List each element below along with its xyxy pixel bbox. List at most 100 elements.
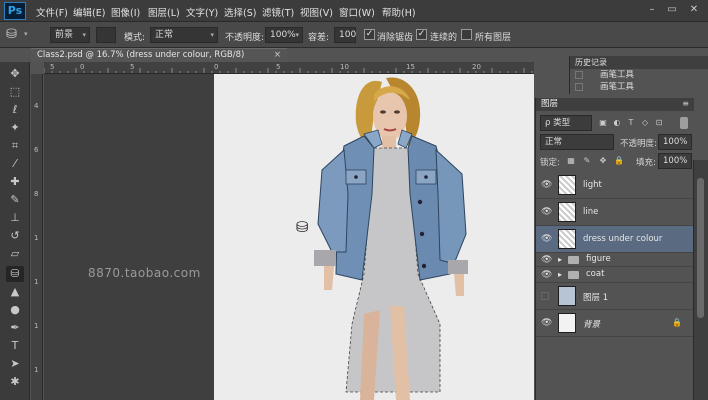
layer-thumbnail (558, 175, 576, 195)
smart-object-filter-icon[interactable]: ⊡ (654, 118, 664, 128)
paint-bucket-cursor-icon: ⛁ (296, 218, 309, 236)
brush-tool-icon[interactable]: ✎ (6, 192, 24, 208)
eyedropper-tool-icon[interactable]: ⁄ (6, 156, 24, 172)
antialias-checkbox[interactable]: ✓ (364, 29, 375, 40)
lock-pixels-icon[interactable]: ✎ (582, 156, 592, 166)
opacity-field[interactable]: 100% ▾ (265, 27, 303, 43)
layer-row-selected[interactable]: 👁 dress under colour (536, 226, 694, 253)
history-item[interactable]: 画笔工具 (570, 81, 708, 93)
healing-brush-tool-icon[interactable]: ✚ (6, 174, 24, 190)
document-title: Class2.psd @ 16.7% (dress under colour, … (37, 50, 245, 60)
lock-all-icon[interactable]: 🔒 (614, 156, 624, 166)
expand-arrow-icon[interactable]: ▸ (558, 270, 562, 279)
expand-arrow-icon[interactable]: ▸ (558, 255, 562, 264)
menu-edit[interactable]: 编辑(E) (73, 5, 105, 19)
layer-row[interactable]: 👁 背景 🔒 (536, 310, 694, 337)
visibility-toggle-off[interactable] (541, 292, 549, 300)
adjustment-filter-icon[interactable]: ◐ (612, 118, 622, 128)
pen-tool-icon[interactable]: ✒ (6, 320, 24, 336)
ruler-tick-label: 6 (34, 146, 39, 154)
mode-dropdown[interactable]: 正常 ▾ (150, 27, 218, 43)
eye-icon[interactable]: 👁 (541, 207, 552, 217)
marquee-tool-icon[interactable]: ⬚ (6, 84, 24, 100)
menu-filter[interactable]: 滤镜(T) (262, 5, 294, 19)
menu-image[interactable]: 图像(I) (111, 5, 140, 19)
lock-transparency-icon[interactable]: ▦ (566, 156, 576, 166)
close-icon[interactable]: × (274, 49, 281, 61)
crop-tool-icon[interactable]: ⌗ (6, 138, 24, 154)
history-panel-title[interactable]: 历史记录 (570, 56, 708, 69)
horizontal-ruler: 5 0 5 0 5 10 15 20 (44, 62, 534, 74)
clone-stamp-tool-icon[interactable]: ⊥ (6, 210, 24, 226)
ruler-tick-label: 1 (34, 278, 39, 286)
eye-icon[interactable]: 👁 (541, 255, 552, 265)
document-tab[interactable]: Class2.psd @ 16.7% (dress under colour, … (31, 48, 287, 62)
layer-group-row[interactable]: 👁 ▸ figure (536, 253, 694, 267)
layer-opacity-field[interactable]: 100% (658, 134, 692, 150)
menu-file[interactable]: 文件(F) (36, 5, 68, 19)
layer-group-row[interactable]: 👁 ▸ coat (536, 267, 694, 283)
sharpen-tool-icon[interactable]: ▲ (6, 284, 24, 300)
eye-icon[interactable]: 👁 (541, 234, 552, 244)
lock-label: 锁定: (540, 158, 560, 168)
all-layers-label: 所有图层 (475, 33, 512, 43)
watermark-text: 8870.taobao.com (88, 266, 201, 280)
history-brush-tool-icon[interactable]: ↺ (6, 228, 24, 244)
chevron-down-icon: ▾ (210, 31, 214, 39)
chevron-down-icon[interactable]: ▾ (24, 30, 28, 38)
move-tool-icon[interactable]: ✥ (6, 66, 24, 82)
panel-menu-icon[interactable]: ≡ (682, 99, 689, 108)
history-snapshot-box[interactable] (575, 71, 583, 79)
scrollbar-thumb[interactable] (697, 178, 704, 318)
layer-filter-dropdown[interactable]: ρ 类型 (540, 115, 592, 131)
path-selection-tool-icon[interactable]: ➤ (6, 356, 24, 372)
close-button[interactable]: ✕ (688, 4, 700, 16)
type-tool-icon[interactable]: T (6, 338, 24, 354)
filter-toggle[interactable] (680, 117, 688, 129)
menu-layer[interactable]: 图层(L) (148, 5, 180, 19)
layer-name: dress under colour (583, 234, 663, 244)
shape-filter-icon[interactable]: ◇ (640, 118, 650, 128)
menu-bar: Ps 文件(F) 编辑(E) 图像(I) 图层(L) 文字(Y) 选择(S) 滤… (0, 0, 708, 22)
tolerance-input[interactable]: 100 (334, 27, 356, 43)
history-panel: 历史记录 画笔工具 画笔工具 (569, 56, 708, 94)
contiguous-checkbox[interactable]: ✓ (416, 29, 427, 40)
minimize-button[interactable]: – (646, 4, 658, 16)
dodge-tool-icon[interactable]: ● (6, 302, 24, 318)
layer-row[interactable]: 👁 light (536, 172, 694, 199)
pattern-picker[interactable] (96, 27, 116, 43)
menu-help[interactable]: 帮助(H) (382, 5, 416, 19)
menu-type[interactable]: 文字(Y) (186, 5, 218, 19)
paint-bucket-icon[interactable]: ⛁ (6, 27, 17, 42)
fill-source-dropdown[interactable]: 前景 ▾ (50, 27, 90, 43)
chevron-down-icon: ▾ (295, 31, 299, 39)
custom-shape-tool-icon[interactable]: ✱ (6, 374, 24, 390)
layer-row[interactable]: 图层 1 (536, 283, 694, 310)
eraser-tool-icon[interactable]: ▱ (6, 246, 24, 262)
menu-window[interactable]: 窗口(W) (339, 5, 375, 19)
eye-icon[interactable]: 👁 (541, 318, 552, 328)
restore-button[interactable]: ▭ (666, 4, 678, 16)
lasso-tool-icon[interactable]: ℓ (6, 102, 24, 118)
eye-icon[interactable]: 👁 (541, 180, 552, 190)
lock-position-icon[interactable]: ✥ (598, 156, 608, 166)
magic-wand-tool-icon[interactable]: ✦ (6, 120, 24, 136)
contiguous-label: 连续的 (430, 33, 458, 43)
mode-value: 正常 (155, 30, 174, 40)
pixel-filter-icon[interactable]: ▣ (598, 118, 608, 128)
eye-icon[interactable]: 👁 (541, 270, 552, 280)
blend-mode-dropdown[interactable]: 正常 (540, 134, 614, 150)
menu-select[interactable]: 选择(S) (224, 5, 256, 19)
layer-thumbnail (558, 313, 576, 333)
type-filter-icon[interactable]: T (626, 118, 636, 128)
layer-row[interactable]: 👁 line (536, 199, 694, 226)
layer-name: 背景 (583, 320, 601, 330)
history-snapshot-box[interactable] (575, 83, 583, 91)
history-item[interactable]: 画笔工具 (570, 69, 708, 81)
menu-view[interactable]: 视图(V) (300, 5, 333, 19)
all-layers-checkbox[interactable] (461, 29, 472, 40)
layers-panel-title[interactable]: 图层 (536, 98, 694, 111)
paint-bucket-tool-icon[interactable]: ⛁ (6, 266, 24, 282)
fill-field[interactable]: 100% (658, 153, 692, 169)
document-canvas[interactable] (214, 74, 534, 400)
